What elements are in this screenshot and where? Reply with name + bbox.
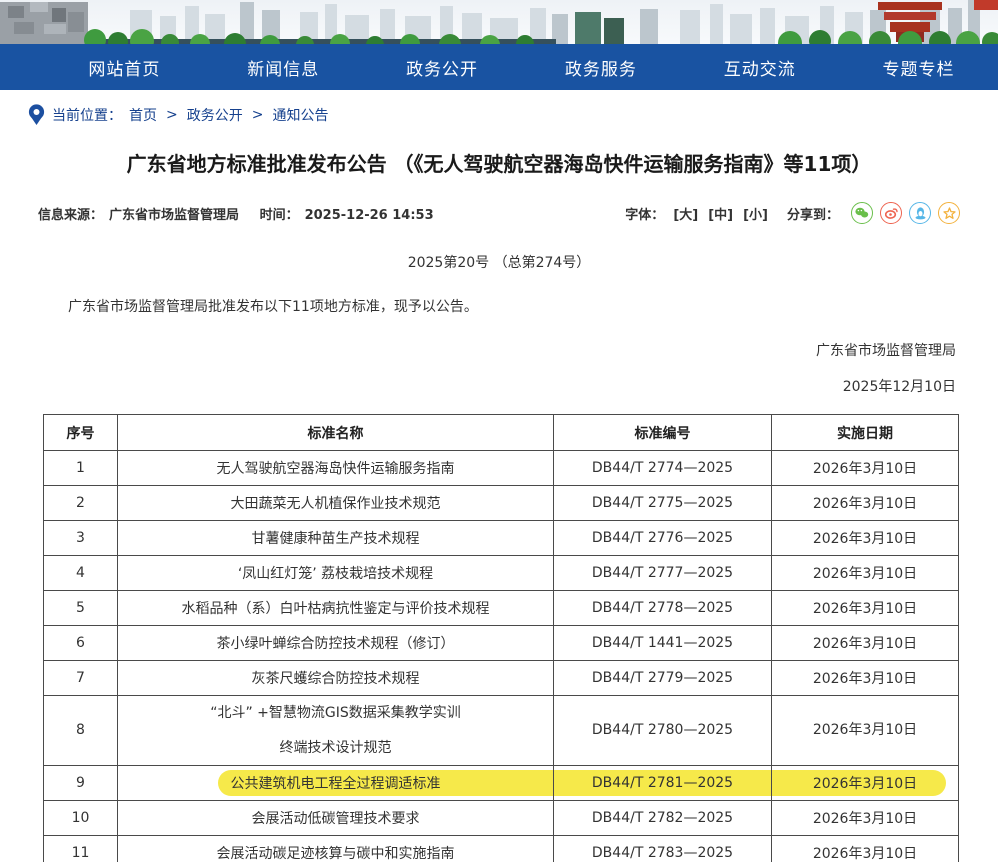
highlighted-cell: 公共建筑机电工程全过程调适标准 <box>118 766 554 801</box>
announcement-body: 广东省市场监督管理局批准发布以下11项地方标准，现予以公告。 <box>40 296 958 316</box>
document-number: 2025第20号 （总第274号） <box>0 252 998 272</box>
share-label: 分享到： <box>787 204 839 223</box>
table-row: 2 大田蔬菜无人机植保作业技术规范 DB44/T 2775—2025 2026年… <box>44 486 959 521</box>
header-impl-date: 实施日期 <box>772 415 959 451</box>
table-row: 8 “北斗” +智慧物流GIS数据采集教学实训 终端技术设计规范 DB44/T … <box>44 696 959 766</box>
table-row: 1 无人驾驶航空器海岛快件运输服务指南 DB44/T 2774—2025 202… <box>44 451 959 486</box>
share-weibo-icon[interactable] <box>880 202 902 224</box>
font-size-label: 字体： <box>625 204 664 223</box>
header-banner-image <box>0 0 998 44</box>
highlighted-cell: DB44/T 2781—2025 <box>554 766 772 801</box>
share-qq-icon[interactable] <box>909 202 931 224</box>
share-buttons <box>851 202 960 224</box>
share-wechat-icon[interactable] <box>851 202 873 224</box>
time-value: 2025-12-26 14:53 <box>305 208 434 223</box>
breadcrumb-separator: > <box>252 107 264 123</box>
table-row: 3 甘薯健康种苗生产技术规程 DB44/T 2776—2025 2026年3月1… <box>44 521 959 556</box>
standards-table: 序号 标准名称 标准编号 实施日期 1 无人驾驶航空器海岛快件运输服务指南 DB… <box>43 414 959 862</box>
breadcrumb-link-notices[interactable]: 通知公告 <box>272 105 328 125</box>
location-pin-icon <box>28 104 45 125</box>
signature-date: 2025年12月10日 <box>0 376 956 396</box>
breadcrumb: 当前位置： 首页 > 政务公开 > 通知公告 <box>28 104 998 125</box>
table-row: 11 会展活动碳足迹核算与碳中和实施指南 DB44/T 2783—2025 20… <box>44 836 959 862</box>
breadcrumb-link-home[interactable]: 首页 <box>129 105 157 125</box>
share-favorite-star-icon[interactable] <box>938 202 960 224</box>
header-serial: 序号 <box>44 415 118 451</box>
table-row: 7 灰茶尺蠖综合防控技术规程 DB44/T 2779—2025 2026年3月1… <box>44 661 959 696</box>
breadcrumb-link-gov-disclosure[interactable]: 政务公开 <box>187 105 243 125</box>
nav-item-topics[interactable]: 专题专栏 <box>839 55 998 80</box>
page-title: 广东省地方标准批准发布公告 （《无人驾驶航空器海岛快件运输服务指南》等11项） <box>55 151 943 178</box>
header-standard-code: 标准编号 <box>554 415 772 451</box>
font-size-small-button[interactable]: [小] <box>743 204 768 223</box>
article-source-time: 信息来源： 广东省市场监督管理局 时间： 2025-12-26 14:53 <box>38 204 440 223</box>
table-row: 10 会展活动低碳管理技术要求 DB44/T 2782—2025 2026年3月… <box>44 801 959 836</box>
nav-item-interaction[interactable]: 互动交流 <box>680 55 839 80</box>
time-label: 时间： <box>260 208 299 223</box>
highlighted-cell: 2026年3月10日 <box>772 766 959 801</box>
article-meta-row: 信息来源： 广东省市场监督管理局 时间： 2025-12-26 14:53 字体： … <box>38 202 960 224</box>
city-skyline-graphic <box>0 0 998 44</box>
nav-item-news[interactable]: 新闻信息 <box>204 55 363 80</box>
nav-item-gov-services[interactable]: 政务服务 <box>521 55 680 80</box>
breadcrumb-label: 当前位置： <box>52 105 122 125</box>
font-share-controls: 字体： [大] [中] [小] 分享到： <box>625 202 960 224</box>
header-standard-name: 标准名称 <box>118 415 554 451</box>
table-row: 6 茶小绿叶蝉综合防控技术规程（修订） DB44/T 1441—2025 202… <box>44 626 959 661</box>
breadcrumb-separator: > <box>166 107 178 123</box>
nav-item-gov-disclosure[interactable]: 政务公开 <box>363 55 522 80</box>
font-size-medium-button[interactable]: [中] <box>708 204 733 223</box>
table-row: 4 ‘凤山红灯笼’ 荔枝栽培技术规程 DB44/T 2777—2025 2026… <box>44 556 959 591</box>
font-size-large-button[interactable]: [大] <box>673 204 698 223</box>
nav-item-home[interactable]: 网站首页 <box>45 55 204 80</box>
main-nav: 网站首页 新闻信息 政务公开 政务服务 互动交流 专题专栏 <box>0 44 998 90</box>
source-value: 广东省市场监督管理局 <box>109 208 239 223</box>
table-header-row: 序号 标准名称 标准编号 实施日期 <box>44 415 959 451</box>
source-label: 信息来源： <box>38 208 103 223</box>
signature-agency: 广东省市场监督管理局 <box>0 340 956 360</box>
table-row-highlighted: 9 公共建筑机电工程全过程调适标准 DB44/T 2781—2025 2026年… <box>44 766 959 801</box>
table-row: 5 水稻品种（系）白叶枯病抗性鉴定与评价技术规程 DB44/T 2778—202… <box>44 591 959 626</box>
